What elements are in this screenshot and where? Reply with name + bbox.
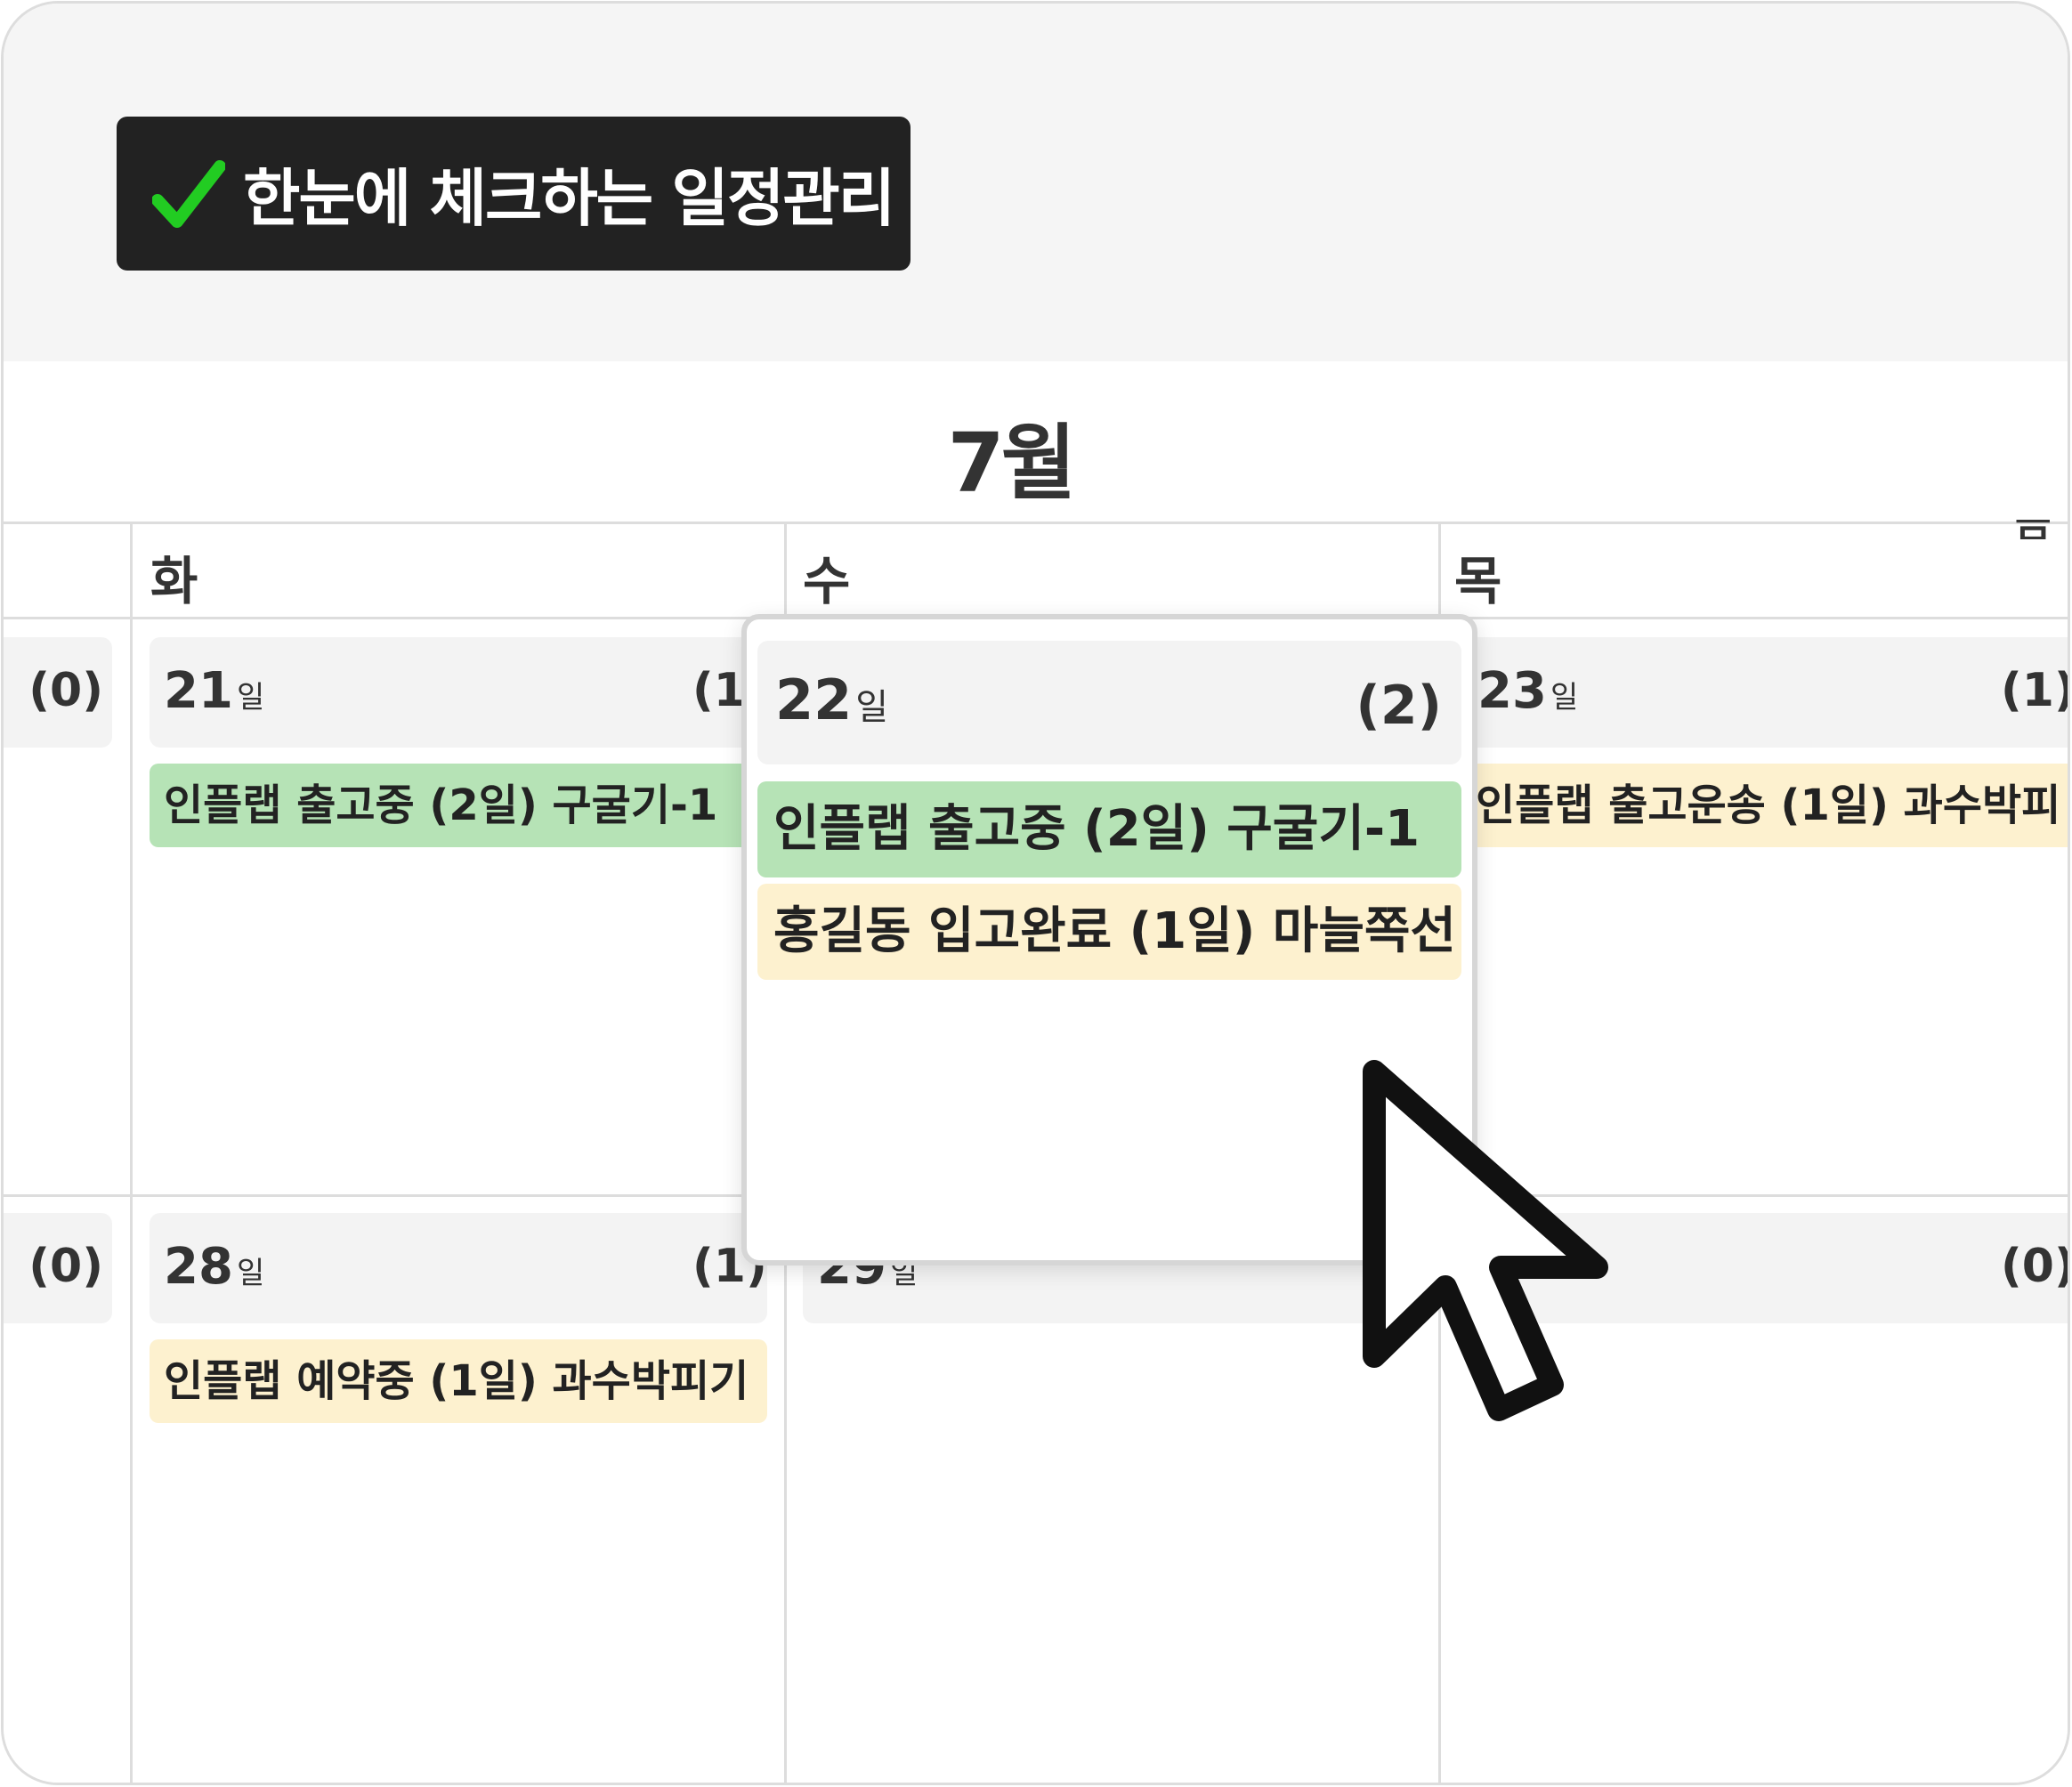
checkmark-icon: [152, 160, 225, 228]
event-count: (0): [28, 1240, 103, 1293]
app-frame: 한눈에 체크하는 일정관리 7월 화 수 목 금 (0) 21일 (1) 인플랩…: [1, 1, 2070, 1785]
weekday-thu: 목: [1454, 551, 1502, 611]
weekday-fri: 금: [2015, 520, 2051, 539]
day-number: 23 일: [1477, 662, 1579, 720]
event-count: (0): [2001, 1240, 2070, 1293]
weekday-tue: 화: [150, 551, 198, 611]
divider: [4, 522, 2068, 524]
event-item[interactable]: 인플랩 출고중 (2일) 구굴기-1: [757, 781, 1461, 877]
event-item[interactable]: 인플랩 출고운송 (1일) 과수박피: [1454, 764, 2068, 847]
event-item[interactable]: 홍길동 입고완료 (1일) 마늘쪽선: [757, 884, 1461, 980]
day-header-28[interactable]: 28 일 (1): [150, 1213, 767, 1323]
day-header-prev[interactable]: (0): [4, 637, 112, 748]
event-count: (0): [28, 664, 103, 717]
day-header-prev[interactable]: (0): [4, 1213, 112, 1323]
column-divider: [130, 522, 133, 1783]
event-count: (2): [1356, 675, 1442, 737]
title-badge: 한눈에 체크하는 일정관리: [117, 117, 911, 271]
month-title: 7월: [947, 416, 1077, 511]
day-header-21[interactable]: 21 일 (1): [150, 637, 767, 748]
day-number: 21 일: [164, 662, 265, 720]
event-count: (1): [2001, 664, 2070, 717]
day-number: 22 일: [775, 667, 889, 732]
event-item[interactable]: 인플랩 예약중 (1일) 과수박피기: [150, 1339, 767, 1423]
page-title: 한눈에 체크하는 일정관리: [243, 162, 895, 235]
header-band: 한눈에 체크하는 일정관리: [4, 4, 2068, 361]
popup-day-header: 22 일 (2): [757, 641, 1461, 764]
weekday-wed: 수: [803, 551, 851, 611]
day-number: 28 일: [164, 1238, 265, 1296]
day-header-23[interactable]: 23 일 (1): [1454, 637, 2070, 748]
mouse-pointer-icon: [1363, 1060, 1608, 1421]
event-item[interactable]: 인플랩 출고중 (2일) 구굴기-1: [150, 764, 767, 847]
